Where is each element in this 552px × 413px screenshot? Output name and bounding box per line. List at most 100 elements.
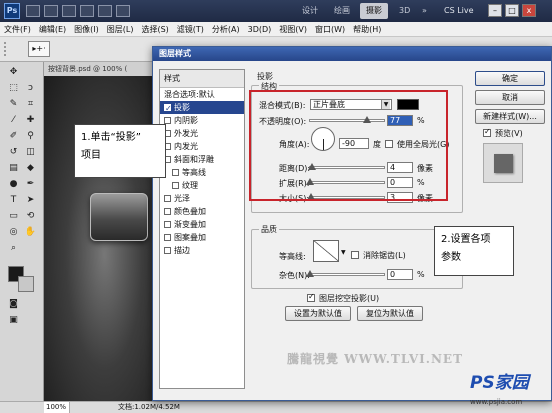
- make-default-button[interactable]: 设置为默认值: [285, 306, 351, 321]
- menu-select[interactable]: 选择(S): [137, 22, 172, 37]
- preview-checkbox[interactable]: [483, 127, 491, 137]
- zoom-level-icon[interactable]: [62, 5, 76, 17]
- clone-stamp-tool-icon[interactable]: ⚲: [23, 130, 38, 143]
- menu-file[interactable]: 文件(F): [0, 22, 35, 37]
- style-item-checkbox[interactable]: [172, 169, 179, 176]
- ok-button[interactable]: 确定: [475, 71, 545, 86]
- contour-label: 等高线:: [279, 252, 306, 261]
- noise-input[interactable]: 0: [387, 269, 413, 280]
- minimize-button[interactable]: –: [488, 4, 502, 17]
- style-item[interactable]: 光泽: [160, 192, 244, 205]
- quality-title: 品质: [259, 224, 279, 235]
- style-item[interactable]: 内发光: [160, 140, 244, 153]
- menu-layer[interactable]: 图层(L): [103, 22, 138, 37]
- healing-brush-tool-icon[interactable]: ✚: [23, 114, 38, 127]
- type-tool-icon[interactable]: T: [6, 194, 21, 207]
- contour-picker[interactable]: [313, 240, 339, 262]
- marquee-tool-icon[interactable]: ⬚: [6, 82, 21, 95]
- mini-bridge-icon[interactable]: [44, 5, 58, 17]
- style-item[interactable]: 描边: [160, 244, 244, 257]
- hand-tool-icon[interactable]: ✋: [23, 226, 38, 239]
- style-item[interactable]: 颜色叠加: [160, 205, 244, 218]
- more-workspaces-button[interactable]: »: [416, 3, 433, 19]
- cancel-button[interactable]: 取消: [475, 90, 545, 105]
- tool-preset-picker[interactable]: ▸+·: [28, 41, 50, 57]
- brush-tool-icon[interactable]: ✐: [6, 130, 21, 143]
- workspace-tab-design[interactable]: 设计: [296, 3, 324, 19]
- style-item-checkbox[interactable]: [164, 195, 171, 202]
- styles-header[interactable]: 样式: [160, 70, 244, 88]
- menu-help[interactable]: 帮助(H): [349, 22, 385, 37]
- pen-tool-icon[interactable]: ✒: [23, 178, 38, 191]
- style-item[interactable]: 纹理: [160, 179, 244, 192]
- background-color-swatch[interactable]: [18, 276, 34, 292]
- menu-window[interactable]: 窗口(W): [311, 22, 349, 37]
- annotation-step-2-line-2: 参数: [441, 252, 461, 263]
- style-item[interactable]: 外发光: [160, 127, 244, 140]
- blur-tool-icon[interactable]: ◆: [23, 162, 38, 175]
- style-item-checkbox[interactable]: [164, 117, 171, 124]
- style-item[interactable]: 混合选项:默认: [160, 88, 244, 101]
- crop-tool-icon[interactable]: ⌗: [23, 98, 38, 111]
- knockout-checkbox[interactable]: [307, 292, 315, 302]
- style-item[interactable]: 斜面和浮雕: [160, 153, 244, 166]
- menu-edit[interactable]: 编辑(E): [35, 22, 70, 37]
- style-item[interactable]: 内阴影: [160, 114, 244, 127]
- noise-slider[interactable]: [306, 270, 385, 277]
- style-item-label: 等高线: [182, 168, 206, 177]
- workspace-tab-photography[interactable]: 摄影: [360, 3, 388, 19]
- style-item-checkbox[interactable]: [164, 247, 171, 254]
- lasso-tool-icon[interactable]: ↄ: [23, 82, 38, 95]
- 3d-camera-tool-icon[interactable]: ◎: [6, 226, 21, 239]
- reset-default-button[interactable]: 复位为默认值: [357, 306, 423, 321]
- knockout-label: 图层挖空投影(U): [319, 294, 380, 303]
- arrange-documents-icon[interactable]: [98, 5, 112, 17]
- zoom-field[interactable]: 100%: [44, 402, 70, 413]
- style-item-checkbox[interactable]: [164, 208, 171, 215]
- history-brush-tool-icon[interactable]: ↺: [6, 146, 21, 159]
- style-item[interactable]: 等高线: [160, 166, 244, 179]
- screen-mode-icon[interactable]: ▣: [6, 314, 21, 327]
- cs-live-button[interactable]: CS Live: [444, 4, 474, 18]
- style-item[interactable]: 图案叠加: [160, 231, 244, 244]
- options-bar-grip[interactable]: [4, 42, 16, 56]
- dodge-tool-icon[interactable]: ●: [6, 178, 21, 191]
- style-item[interactable]: 渐变叠加: [160, 218, 244, 231]
- close-button[interactable]: x: [522, 4, 536, 17]
- contour-dropdown-arrow-icon[interactable]: ▼: [341, 249, 346, 256]
- move-tool-icon[interactable]: ✥: [6, 66, 21, 79]
- style-item-checkbox[interactable]: [164, 102, 172, 115]
- gradient-tool-icon[interactable]: ▤: [6, 162, 21, 175]
- screen-mode-icon[interactable]: [116, 5, 130, 17]
- style-item-checkbox[interactable]: [172, 182, 179, 189]
- workspace-tab-3d[interactable]: 3D: [393, 3, 416, 19]
- quick-select-tool-icon[interactable]: ✎: [6, 98, 21, 111]
- style-item-label: 图案叠加: [174, 233, 206, 242]
- new-style-button[interactable]: 新建样式(W)...: [475, 109, 545, 124]
- path-selection-tool-icon[interactable]: ➤: [23, 194, 38, 207]
- style-item-label: 光泽: [174, 194, 190, 203]
- bridge-icon[interactable]: [26, 5, 40, 17]
- antialias-checkbox[interactable]: [351, 251, 359, 259]
- quick-mask-icon[interactable]: ◙: [6, 298, 21, 311]
- menu-view[interactable]: 视图(V): [275, 22, 311, 37]
- style-item[interactable]: 投影: [160, 101, 244, 115]
- zoom-tool-icon[interactable]: ⌕: [6, 242, 21, 255]
- document-info: 文档:1.02M/4.52M: [118, 403, 180, 411]
- eyedropper-tool-icon[interactable]: ⁄: [6, 114, 21, 127]
- noise-slider-thumb[interactable]: [306, 270, 314, 277]
- menu-analysis[interactable]: 分析(A): [208, 22, 244, 37]
- shape-tool-icon[interactable]: ▭: [6, 210, 21, 223]
- workspace-tab-painting[interactable]: 绘画: [328, 3, 356, 19]
- style-item-label: 投影: [174, 103, 190, 112]
- menu-filter[interactable]: 滤镜(T): [173, 22, 208, 37]
- maximize-button[interactable]: □: [505, 4, 519, 17]
- document-tab[interactable]: 按钮背景.psd @ 100% (: [44, 62, 154, 76]
- style-item-checkbox[interactable]: [164, 234, 171, 241]
- hand-tool-icon[interactable]: [80, 5, 94, 17]
- menu-3d[interactable]: 3D(D): [244, 22, 276, 37]
- style-item-checkbox[interactable]: [164, 221, 171, 228]
- eraser-tool-icon[interactable]: ◫: [23, 146, 38, 159]
- 3d-rotate-tool-icon[interactable]: ⟲: [23, 210, 38, 223]
- menu-image[interactable]: 图像(I): [70, 22, 103, 37]
